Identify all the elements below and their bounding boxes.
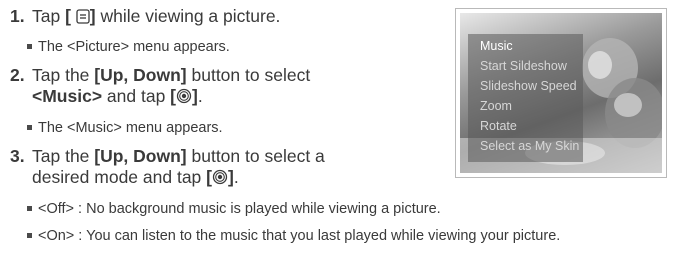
step-2: 2. Tap the [Up, Down] button to select <M… — [10, 65, 310, 109]
step-number: 3. — [10, 146, 25, 166]
device-screen-picture: Music Start Sildeshow Slideshow Speed Zo… — [455, 8, 667, 178]
select-button-icon — [176, 88, 192, 109]
bullet-picture-menu: The <Picture> menu appears. — [27, 39, 230, 55]
step-number: 2. — [10, 65, 25, 85]
step-3: 3. Tap the [Up, Down] button to select a … — [10, 146, 325, 190]
menu-item-start-slideshow[interactable]: Start Sildeshow — [480, 58, 567, 74]
bullet-on: <On> : You can listen to the music that … — [26, 228, 561, 244]
menu-item-slideshow-speed[interactable]: Slideshow Speed — [480, 78, 577, 94]
menu-item-select-as-my-skin[interactable]: Select as My Skin — [480, 138, 579, 154]
menu-item-zoom[interactable]: Zoom — [480, 98, 512, 114]
screen-photo: Music Start Sildeshow Slideshow Speed Zo… — [460, 13, 662, 173]
select-button-icon — [212, 169, 228, 190]
step-number: 1. — [10, 6, 25, 26]
menu-item-rotate[interactable]: Rotate — [480, 118, 517, 134]
picture-menu-overlay: Music Start Sildeshow Slideshow Speed Zo… — [468, 34, 583, 162]
bullet-off: <Off> : No background music is played wh… — [27, 201, 441, 217]
step-text: Tap [ ] while viewing a picture. — [32, 6, 280, 26]
bullet-music-menu: The <Music> menu appears. — [27, 120, 223, 136]
menu-icon — [76, 8, 90, 29]
menu-item-music[interactable]: Music — [480, 38, 513, 54]
step-1: 1. Tap [ ] while viewing a picture. — [10, 6, 280, 29]
